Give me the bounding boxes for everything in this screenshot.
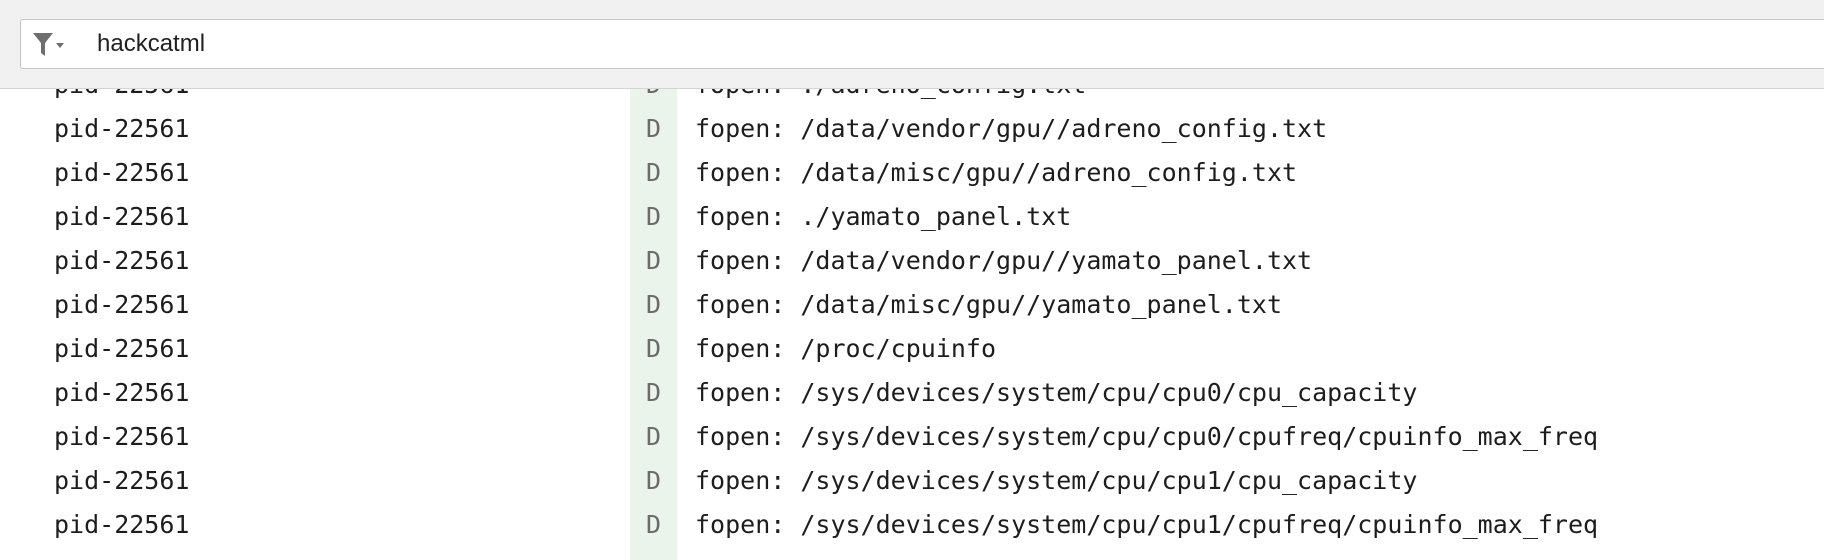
log-row[interactable]: pid-22561 D fopen: /sys/devices/system/c… [0,415,1824,459]
log-message: fopen: ./yamato_panel.txt [695,202,1072,231]
log-tag: pid-22561 [54,334,190,363]
log-level: D [645,510,662,539]
log-level: D [645,466,662,495]
log-message: fopen: /data/misc/gpu//adreno_config.txt [695,158,1298,187]
log-row[interactable]: pid-22561 D fopen: /data/misc/gpu//yamat… [0,283,1824,327]
log-tag: pid-22561 [54,378,190,407]
log-level: D [645,158,662,187]
log-row[interactable]: pid-22561 D fopen: /data/vendor/gpu//adr… [0,107,1824,151]
log-tag: pid-22561 [54,202,190,231]
log-message: fopen: /sys/devices/system/cpu/cpu0/cpu_… [695,378,1418,407]
log-tag: pid-22561 [54,422,190,451]
log-tag: pid-22561 [54,246,190,275]
log-row[interactable]: pid-22561 D fopen: ./yamato_panel.txt [0,195,1824,239]
log-tag: pid-22561 [54,114,190,143]
log-level: D [645,202,662,231]
log-view[interactable]: pid-22561 D fopen: ./adreno_config.txt p… [0,89,1824,560]
log-message: fopen: /data/vendor/gpu//adreno_config.t… [695,114,1328,143]
log-level: D [645,246,662,275]
log-level: D [630,89,677,107]
filter-icon[interactable] [32,32,66,58]
log-row[interactable]: pid-22561 D fopen: /proc/cpuinfo [0,327,1824,371]
log-message: fopen: ./adreno_config.txt [695,89,1086,107]
log-tag: pid-22561 [54,89,189,107]
log-level: D [645,378,662,407]
log-message: fopen: /sys/devices/system/cpu/cpu1/cpu_… [695,466,1418,495]
log-tag: pid-22561 [54,158,190,187]
log-row[interactable]: pid-22561 D fopen: /sys/devices/system/c… [0,459,1824,503]
log-tag: pid-22561 [54,290,190,319]
log-level: D [645,422,662,451]
log-level: D [645,290,662,319]
log-level: D [645,334,662,363]
filter-input[interactable] [75,20,1775,68]
log-message: fopen: /sys/devices/system/cpu/cpu0/cpuf… [695,422,1599,451]
log-row[interactable]: pid-22561 D fopen: /sys/devices/system/c… [0,371,1824,415]
log-message: fopen: /sys/devices/system/cpu/cpu1/cpuf… [695,510,1599,539]
log-row[interactable]: pid-22561 D fopen: /data/misc/gpu//adren… [0,151,1824,195]
log-row[interactable]: pid-22561 D fopen: /sys/devices/system/c… [0,503,1824,547]
filter-box[interactable] [20,19,1824,69]
log-message: fopen: /proc/cpuinfo [695,334,997,363]
log-rows: pid-22561 D fopen: ./adreno_config.txt p… [0,89,1824,547]
filter-toolbar [0,0,1824,89]
log-row[interactable]: pid-22561 D fopen: /data/vendor/gpu//yam… [0,239,1824,283]
log-level: D [645,114,662,143]
log-message: fopen: /data/misc/gpu//yamato_panel.txt [695,290,1282,319]
log-tag: pid-22561 [54,466,190,495]
log-row[interactable]: pid-22561 D fopen: ./adreno_config.txt [0,89,1824,107]
log-tag: pid-22561 [54,510,190,539]
log-message: fopen: /data/vendor/gpu//yamato_panel.tx… [695,246,1313,275]
